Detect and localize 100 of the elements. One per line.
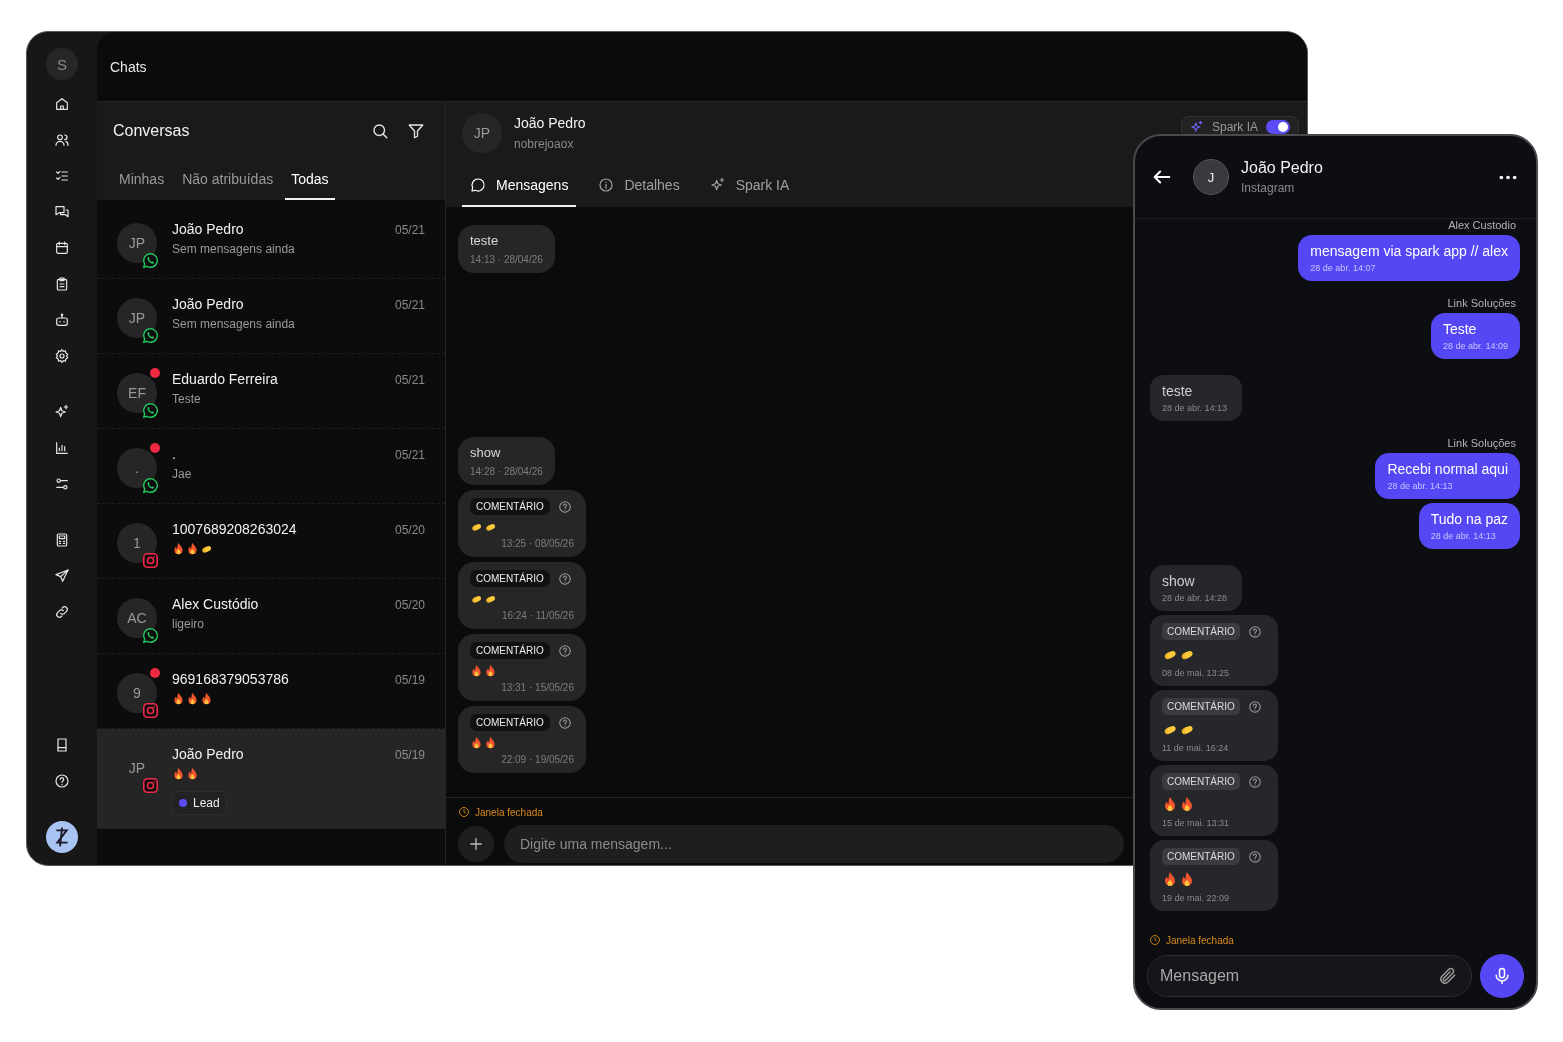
- contact-avatar: .: [117, 448, 157, 488]
- flame-icon: [1162, 871, 1178, 887]
- contact-avatar: EF: [117, 373, 157, 413]
- message-time: 28 de abr. 14:07: [1310, 263, 1377, 273]
- message-input[interactable]: Digite uma mensagem...: [504, 825, 1124, 863]
- message-time: 28 de abr. 14:13: [1162, 403, 1229, 413]
- filter-tab[interactable]: Minhas: [113, 160, 171, 200]
- logo-icon[interactable]: [46, 821, 78, 853]
- sliders-icon[interactable]: [54, 476, 70, 492]
- message-text: mensagem via spark app // alex: [1310, 243, 1508, 259]
- chat-phone-icon: [142, 252, 159, 269]
- contact-avatar: 9: [117, 673, 157, 713]
- settings-icon[interactable]: [54, 348, 70, 364]
- conversation-item[interactable]: EF Eduardo Ferreira 05/21 Teste: [97, 354, 445, 429]
- flame-icon: [186, 767, 199, 780]
- contact-name: 1007689208263024: [172, 521, 297, 537]
- checklist-icon[interactable]: [54, 168, 70, 184]
- message-text: teste: [470, 233, 500, 248]
- comment-label: COMENTÁRIO: [470, 714, 550, 731]
- conversation-item[interactable]: JP João Pedro 05/21 Sem mensagens ainda: [97, 279, 445, 354]
- comment-label: COMENTÁRIO: [470, 498, 550, 515]
- flame-icon: [186, 692, 199, 705]
- message-time: 22:09 · 19/05/26: [501, 754, 574, 765]
- message-text: show: [1162, 573, 1196, 589]
- comment-label: COMENTÁRIO: [470, 570, 550, 587]
- flame-icon: [1179, 796, 1195, 812]
- page-title: Chats: [110, 58, 147, 75]
- send-icon[interactable]: [54, 568, 70, 584]
- message-preview: Jae: [172, 467, 193, 481]
- users-icon[interactable]: [54, 132, 70, 148]
- conversation-date: 05/19: [394, 748, 425, 762]
- contact-avatar: J: [1193, 159, 1229, 195]
- sender-name: Link Soluções: [1447, 437, 1517, 449]
- contact-name: .: [172, 446, 176, 462]
- toggle-label: Spark IA: [1211, 120, 1258, 134]
- camera-icon: [142, 777, 159, 794]
- conversation-item[interactable]: JP João Pedro 05/21 Sem mensagens ainda: [97, 204, 445, 279]
- attach-button[interactable]: [458, 826, 494, 862]
- book-icon[interactable]: [54, 737, 70, 753]
- message-time: 14:13 · 28/04/26: [470, 254, 543, 265]
- conversation-date: 05/20: [394, 598, 425, 612]
- message-time: 14:28 · 28/04/26: [470, 466, 543, 477]
- contact-avatar: AC: [117, 598, 157, 638]
- message-input[interactable]: Mensagem: [1147, 955, 1472, 997]
- link-icon[interactable]: [54, 604, 70, 620]
- contact-name: João Pedro: [172, 221, 244, 237]
- camera-icon: [142, 552, 159, 569]
- message-preview: ligeiro: [172, 617, 205, 631]
- contact-avatar: JP: [117, 298, 157, 338]
- conversation-item[interactable]: AC Alex Custódio 05/20 ligeiro: [97, 579, 445, 654]
- clock-icon: [1149, 934, 1161, 946]
- flame-icon: [470, 664, 483, 677]
- chat-tab[interactable]: Spark IA: [701, 164, 798, 207]
- chat-tab[interactable]: Mensagens: [462, 164, 577, 207]
- panel-title: Conversas: [113, 122, 191, 140]
- contact-avatar: 1: [117, 523, 157, 563]
- calculator-icon[interactable]: [54, 532, 70, 548]
- message-text: show: [470, 445, 502, 460]
- info-icon: [598, 176, 615, 193]
- filter-icon[interactable]: [407, 122, 425, 140]
- user-avatar[interactable]: S: [46, 48, 78, 80]
- comment-label: COMENTÁRIO: [1162, 623, 1240, 640]
- flame-icon: [200, 692, 213, 705]
- chat-tab[interactable]: Detalhes: [590, 164, 688, 207]
- filter-tab[interactable]: Todas: [285, 160, 335, 200]
- comment-label: COMENTÁRIO: [1162, 698, 1240, 715]
- contact-name: Alex Custódio: [172, 596, 259, 612]
- microphone-button[interactable]: [1480, 954, 1524, 998]
- chats-icon[interactable]: [54, 204, 70, 220]
- tag-label: Lead: [193, 796, 220, 810]
- conversation-item[interactable]: 1 1007689208263024 05/20: [97, 504, 445, 579]
- robot-icon[interactable]: [54, 312, 70, 328]
- conversation-date: 05/21: [394, 223, 425, 237]
- message-text: Recebi normal aqui: [1387, 461, 1508, 477]
- toggle-switch[interactable]: [1266, 120, 1290, 134]
- filter-tab[interactable]: Não atribuídas: [176, 160, 280, 200]
- flame-icon: [172, 542, 185, 555]
- home-icon[interactable]: [54, 96, 70, 112]
- sparkle-icon: [709, 176, 726, 193]
- search-icon[interactable]: [371, 122, 389, 140]
- sparkle-icon[interactable]: [54, 404, 70, 420]
- conversation-item[interactable]: . . 05/21 Jae: [97, 429, 445, 504]
- flame-icon: [484, 736, 497, 749]
- calendar-icon[interactable]: [54, 240, 70, 256]
- message-time: 28 de abr. 14:13: [1387, 481, 1454, 491]
- message-time: 11 de mai. 16:24: [1162, 743, 1230, 753]
- flame-icon: [484, 664, 497, 677]
- message-time: 08 de mai. 13:25: [1162, 668, 1231, 678]
- message-text: Tudo na paz: [1430, 511, 1508, 527]
- comment-label: COMENTÁRIO: [1162, 848, 1240, 865]
- clipboard-icon[interactable]: [54, 276, 70, 292]
- conversation-date: 05/19: [394, 673, 425, 687]
- chart-icon[interactable]: [54, 440, 70, 456]
- flame-icon: [470, 736, 483, 749]
- paperclip-icon[interactable]: [1438, 966, 1458, 986]
- more-icon[interactable]: [1498, 173, 1518, 181]
- comment-label: COMENTÁRIO: [470, 642, 550, 659]
- conversation-date: 05/20: [394, 523, 425, 537]
- conversation-item[interactable]: JP João Pedro 05/19 Lead: [97, 729, 445, 829]
- help-icon[interactable]: [54, 773, 70, 789]
